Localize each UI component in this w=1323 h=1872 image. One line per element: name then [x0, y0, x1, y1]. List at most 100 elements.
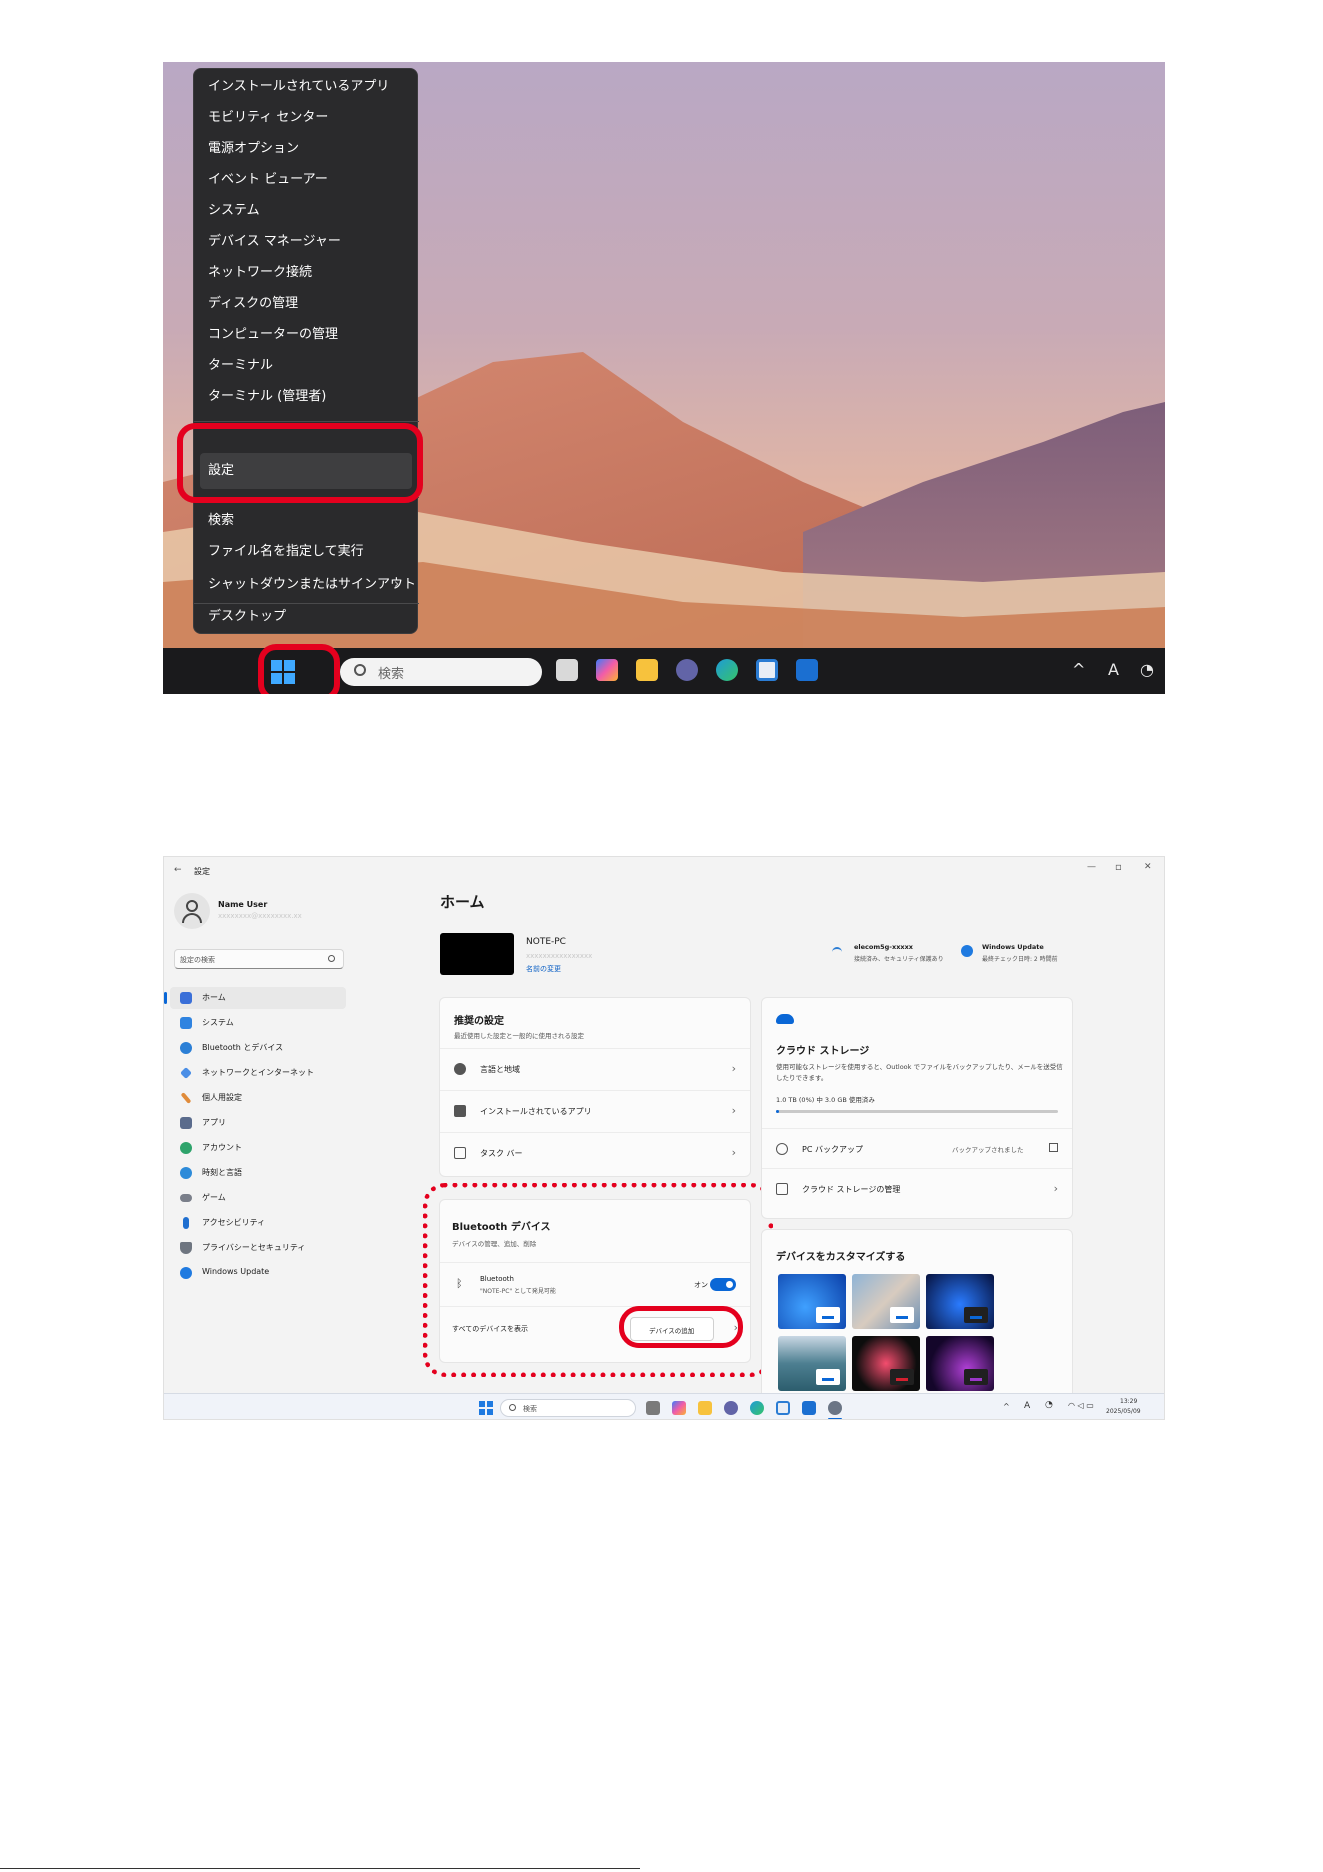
menu-item-mobility-center[interactable]: モビリティ センター [208, 104, 328, 132]
selection-indicator [164, 992, 167, 1004]
settings-search-input[interactable]: 設定の検索 [174, 949, 344, 969]
chevron-right-icon: › [731, 1146, 736, 1159]
theme-thumbnail[interactable] [778, 1336, 846, 1391]
menu-item-computer-management[interactable]: コンピューターの管理 [208, 321, 338, 349]
rename-link[interactable]: 名前の変更 [526, 964, 561, 974]
accent-bar [822, 1316, 834, 1319]
sidebar-item-label: プライバシーとセキュリティ [202, 1243, 306, 1252]
window-preview-icon [890, 1369, 914, 1385]
teams-icon[interactable] [676, 659, 698, 681]
theme-thumbnail[interactable] [778, 1274, 846, 1329]
taskbar-search-box[interactable]: 検索 [500, 1399, 636, 1417]
start-button[interactable] [479, 1401, 493, 1415]
sidebar-item-bluetooth[interactable]: Bluetooth とデバイス [170, 1037, 346, 1059]
outlook-icon[interactable] [796, 659, 818, 681]
person-icon [186, 900, 198, 912]
close-button[interactable]: ✕ [1144, 862, 1152, 872]
search-placeholder: 検索 [378, 667, 405, 682]
menu-item-shutdown-signout[interactable]: シャットダウンまたはサインアウト [208, 571, 416, 599]
ime-indicator[interactable]: A [1024, 1401, 1030, 1411]
sidebar-item-network[interactable]: ネットワークとインターネット [170, 1062, 346, 1084]
sidebar-item-apps[interactable]: アプリ [170, 1112, 346, 1134]
menu-item-disk-management[interactable]: ディスクの管理 [208, 290, 298, 318]
manage-cloud-storage-row[interactable]: クラウド ストレージの管理 › [762, 1168, 1072, 1208]
recommended-row-taskbar[interactable]: タスク バー › [440, 1132, 750, 1174]
sidebar-item-privacy[interactable]: プライバシーとセキュリティ [170, 1237, 346, 1259]
sidebar-item-home[interactable]: ホーム [164, 987, 346, 1009]
cloud-description: 使用可能なストレージを使用すると、Outlook でファイルをバックアップしたり… [776, 1063, 1063, 1082]
pc-backup-row[interactable]: PC バックアップ バックアップされました [762, 1128, 1072, 1168]
menu-item-power-options[interactable]: 電源オプション [208, 135, 299, 163]
file-explorer-icon[interactable] [698, 1401, 712, 1415]
recommended-row-installed-apps[interactable]: インストールされているアプリ › [440, 1090, 750, 1132]
device-model: xxxxxxxxxxxxxxxx [526, 952, 593, 960]
sidebar-item-accounts[interactable]: アカウント [170, 1137, 346, 1159]
card-subtitle: 最近使用した設定と一般的に使用される設定 [454, 1032, 584, 1040]
account-icon [180, 1142, 192, 1154]
person-icon [182, 913, 202, 923]
sidebar-item-system[interactable]: システム [170, 1012, 346, 1034]
row-label: インストールされているアプリ [480, 1107, 592, 1116]
menu-item-label: シャットダウンまたはサインアウト [208, 577, 417, 592]
menu-item-event-viewer[interactable]: イベント ビューアー [208, 166, 328, 194]
menu-item-system[interactable]: システム [208, 197, 260, 225]
search-placeholder: 設定の検索 [180, 956, 215, 964]
sidebar-item-windows-update[interactable]: Windows Update [170, 1262, 346, 1284]
copilot-icon[interactable] [596, 659, 618, 681]
sidebar-item-accessibility[interactable]: アクセシビリティ [170, 1212, 346, 1234]
theme-thumbnail[interactable] [926, 1274, 994, 1329]
ime-indicator[interactable]: A [1108, 660, 1119, 679]
settings-gear-icon[interactable] [828, 1401, 842, 1415]
outlook-icon[interactable] [802, 1401, 816, 1415]
cloud-upload-icon [776, 1143, 788, 1155]
recommended-row-language[interactable]: 言語と地域 › [440, 1048, 750, 1090]
maximize-button[interactable]: ▫ [1115, 862, 1122, 873]
task-view-icon[interactable] [556, 659, 578, 681]
menu-item-installed-apps[interactable]: インストールされているアプリ [208, 73, 389, 101]
window-preview-icon [816, 1307, 840, 1323]
active-app-indicator [828, 1418, 842, 1419]
power-icon[interactable]: ◔ [1140, 660, 1154, 679]
backup-status: バックアップされました [952, 1146, 1024, 1154]
sidebar-item-label: 個人用設定 [202, 1093, 242, 1102]
wifi-ssid[interactable]: elecom5g-xxxxx [854, 943, 913, 951]
menu-item-run[interactable]: ファイル名を指定して実行 [208, 538, 364, 566]
network-volume-battery-icon[interactable]: ◠ ◁ ▭ [1068, 1401, 1094, 1410]
store-icon[interactable] [776, 1401, 790, 1415]
clock-date[interactable]: 2025/05/09 [1106, 1408, 1141, 1415]
back-arrow-icon[interactable]: ← [174, 865, 182, 875]
menu-item-terminal-admin[interactable]: ターミナル (管理者) [208, 383, 326, 411]
storage-progress-fill [776, 1110, 779, 1113]
sidebar-item-label: システム [202, 1018, 234, 1027]
taskbar-search-box[interactable]: 検索 [340, 658, 542, 686]
update-title[interactable]: Windows Update [982, 943, 1044, 951]
copilot-icon[interactable] [672, 1401, 686, 1415]
minimize-button[interactable]: — [1087, 862, 1096, 872]
menu-item-network-connections[interactable]: ネットワーク接続 [208, 259, 312, 287]
store-icon[interactable] [756, 659, 778, 681]
menu-item-desktop[interactable]: デスクトップ [208, 603, 286, 631]
sidebar-item-gaming[interactable]: ゲーム [170, 1187, 346, 1209]
clock-time[interactable]: 13:29 [1120, 1398, 1137, 1405]
menu-item-device-manager[interactable]: デバイス マネージャー [208, 228, 341, 256]
teams-icon[interactable] [724, 1401, 738, 1415]
sidebar-item-personalization[interactable]: 個人用設定 [170, 1087, 346, 1109]
power-icon[interactable]: ◔ [1045, 1400, 1053, 1410]
device-name: NOTE-PC [526, 937, 566, 947]
edge-icon[interactable] [750, 1401, 764, 1415]
card-title: クラウド ストレージ [776, 1046, 870, 1057]
theme-thumbnail[interactable] [852, 1336, 920, 1391]
avatar [174, 893, 210, 929]
file-explorer-icon[interactable] [636, 659, 658, 681]
tray-overflow-icon[interactable]: ^ [1072, 660, 1085, 679]
winx-context-menu: インストールされているアプリ モビリティ センター 電源オプション イベント ビ… [193, 68, 419, 634]
task-view-icon[interactable] [646, 1401, 660, 1415]
menu-item-search[interactable]: 検索 [208, 507, 234, 535]
accessibility-icon [183, 1217, 189, 1229]
tray-overflow-icon[interactable]: ^ [1003, 1402, 1010, 1411]
edge-icon[interactable] [716, 659, 738, 681]
theme-thumbnail[interactable] [852, 1274, 920, 1329]
menu-item-terminal[interactable]: ターミナル [208, 352, 273, 380]
sidebar-item-time-language[interactable]: 時刻と言語 [170, 1162, 346, 1184]
theme-thumbnail[interactable] [926, 1336, 994, 1391]
